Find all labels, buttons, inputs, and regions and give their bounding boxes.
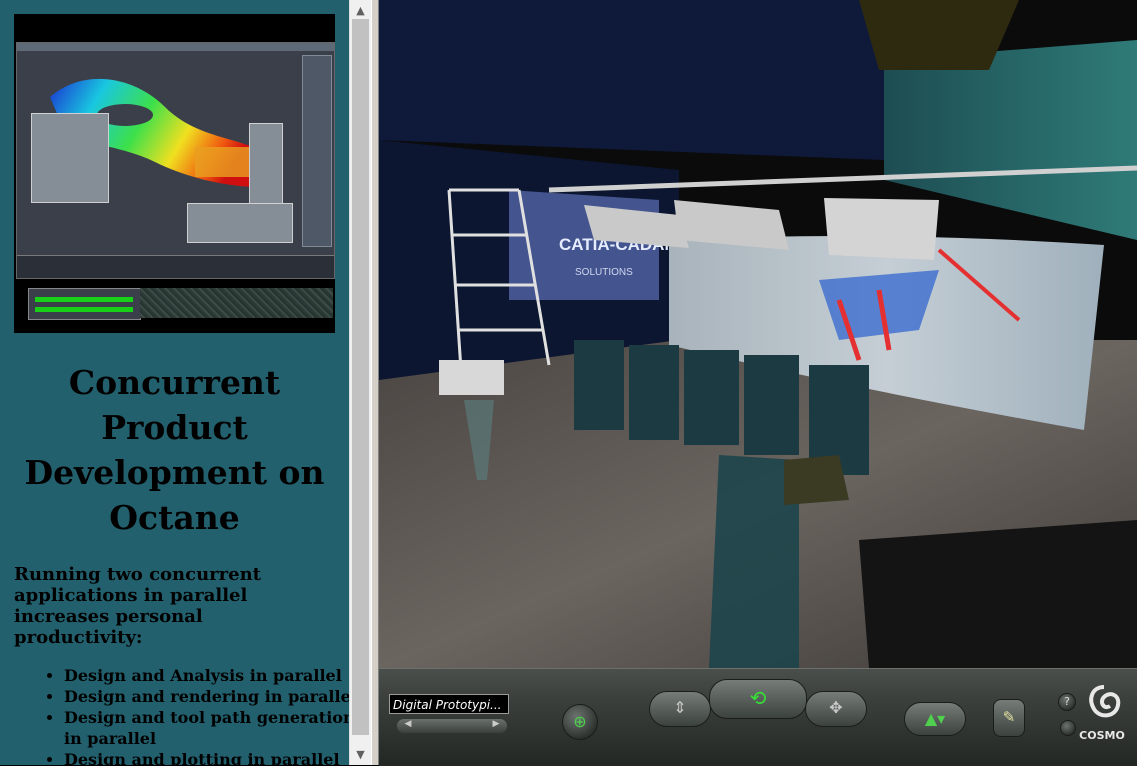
thumb-menubar <box>17 43 334 51</box>
left-frame: Concurrent Product Development on Octane… <box>0 0 349 765</box>
list-item: Design and Analysis in parallel <box>64 665 349 686</box>
list-item: Design and plotting in parallel <box>64 749 349 765</box>
thumb-texture <box>140 288 333 318</box>
intro-paragraph: Running two concurrent applications in p… <box>14 564 261 648</box>
cosmo-logo-icon: COSMO <box>1074 679 1130 749</box>
vrml-3d-viewport[interactable]: CATIA-CADAM SOLUTIONS <box>379 0 1137 668</box>
feature-list: Design and Analysis in parallel Design a… <box>38 665 349 765</box>
scroll-down-icon[interactable]: ▼ <box>350 746 371 763</box>
walk-button[interactable]: ⇕ <box>649 691 711 727</box>
thumb-bottom-toolbar <box>17 255 334 278</box>
screenshot-image <box>14 14 335 333</box>
walk-icon: ⇕ <box>673 698 687 717</box>
thumb-app-window <box>16 42 335 279</box>
console-top <box>784 455 849 505</box>
thumb-status-panel <box>28 288 141 320</box>
projector <box>824 198 939 260</box>
pan-icon: ✥ <box>829 698 843 717</box>
viewpoint-nav-bar[interactable]: ◀ ▶ <box>397 719 507 733</box>
vertical-scrollbar[interactable]: ▲ ▼ <box>349 0 371 765</box>
straighten-button[interactable]: ✎ <box>993 699 1025 737</box>
pan-button[interactable]: ✥ <box>805 691 867 727</box>
rotate-button[interactable]: ⟲ <box>709 679 807 719</box>
wall-dark-blue <box>379 0 889 160</box>
thumb-dialog-results <box>187 203 293 243</box>
cosmo-logo-swirl <box>1089 685 1121 718</box>
tilt-icon: ▲▾ <box>924 709 946 728</box>
thumb-dialog-design <box>31 113 109 203</box>
workstation-device <box>439 360 504 395</box>
left-right-arrows-icon[interactable]: ◀ <box>401 719 415 729</box>
thumb-toolbar-right <box>302 55 332 247</box>
seek-crosshair-icon: ⊕ <box>573 712 587 731</box>
cosmo-logo-text: COSMO <box>1079 729 1125 742</box>
viewpoint-select[interactable]: Digital Prototypi... <box>389 694 509 714</box>
banner-subtext: SOLUTIONS <box>575 267 633 278</box>
left-right-arrows-icon[interactable]: ▶ <box>489 719 503 729</box>
rotate-icon: ⟲ <box>749 686 767 710</box>
frame-divider[interactable] <box>371 0 379 765</box>
page-title: Concurrent Product Development on Octane <box>24 363 325 537</box>
thumb-progress-bar <box>35 307 133 312</box>
scrollbar-thumb[interactable] <box>352 19 369 735</box>
help-icon: ? <box>1064 695 1070 708</box>
list-item: Design and tool path generation in paral… <box>64 707 349 749</box>
3d-scene: CATIA-CADAM SOLUTIONS <box>379 0 1137 668</box>
tilt-button[interactable]: ▲▾ <box>904 702 966 736</box>
thumb-progress-bar <box>35 297 133 302</box>
cosmo-player-dashboard: Digital Prototypi... ◀ ▶ ⊕ ⇕ ⟲ ✥ ▲▾ ✎ ? … <box>379 668 1137 766</box>
seek-button[interactable]: ⊕ <box>562 704 598 740</box>
straighten-icon: ✎ <box>1002 708 1016 726</box>
list-item: Design and rendering in parallel <box>64 686 349 707</box>
foreground-table <box>859 520 1137 668</box>
scroll-up-icon[interactable]: ▲ <box>350 2 371 19</box>
